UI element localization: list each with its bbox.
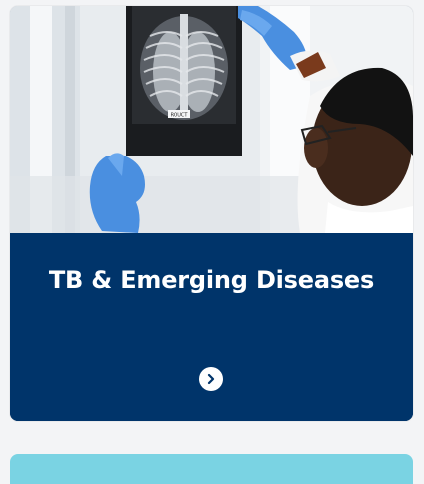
topic-card-tb-emerging-diseases[interactable]: R0UCT TB & Emerging Diseases <box>10 6 413 421</box>
chevron-right-icon <box>207 373 215 385</box>
card-image: R0UCT <box>10 6 413 233</box>
card-body: TB & Emerging Diseases <box>10 233 413 421</box>
xray-label: R0UCT <box>171 113 189 119</box>
card-title[interactable]: TB & Emerging Diseases <box>10 266 413 294</box>
next-topic-card[interactable] <box>10 454 413 484</box>
card-arrow-button[interactable] <box>199 367 223 391</box>
xray-doctor-illustration: R0UCT <box>10 6 413 233</box>
